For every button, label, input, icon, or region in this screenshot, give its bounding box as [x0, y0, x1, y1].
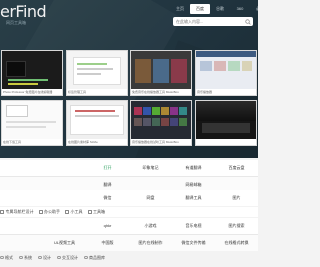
thumbnail-image: [67, 101, 127, 139]
link-item[interactable]: qhkr: [86, 218, 129, 234]
checkbox-icon[interactable]: [65, 210, 69, 214]
link-item[interactable]: [0, 160, 43, 176]
link-item[interactable]: [43, 218, 86, 234]
thumbnail-card[interactable]: 在线下载工具: [1, 100, 63, 146]
tag-item[interactable]: 商品图库: [84, 255, 105, 261]
tab-360[interactable]: 360: [230, 4, 250, 14]
thumbnail-card[interactable]: Photo Professor 免费图片在线编辑器: [1, 50, 63, 96]
thumbnail-card[interactable]: 音乐播放器在线试听工具 MusicBox: [130, 100, 192, 146]
link-item[interactable]: 百度云盘: [215, 160, 258, 176]
link-item[interactable]: UL视频工具: [43, 235, 86, 251]
link-item[interactable]: 微信: [86, 190, 129, 206]
tag-item[interactable]: 设计: [38, 255, 51, 261]
checkbox-item[interactable]: 小工具: [65, 209, 83, 215]
checkbox-label: 小工具: [70, 209, 83, 214]
thumbnail-card[interactable]: 免费音乐在线播放器工具 MusicBox: [130, 50, 192, 96]
checkbox-item[interactable]: 工具箱: [87, 209, 105, 215]
link-row: 打开 印象笔记 有道翻译 百度云盘: [0, 160, 258, 176]
checkbox-item[interactable]: 办公助手: [38, 209, 60, 215]
thumbnail-image: [131, 101, 191, 139]
thumbnail-caption: 标签管理工具: [68, 90, 87, 94]
link-row: qhkr 小游戏 音乐电视 图片搜索: [0, 218, 258, 234]
thumbnail-caption: 在线下载工具: [3, 140, 22, 144]
tag-label: 设计: [43, 254, 51, 260]
checkbox-item[interactable]: 专属导航栏设计: [0, 209, 34, 215]
thumbnail-card[interactable]: 音乐播放器: [195, 50, 257, 96]
tag-item[interactable]: 交互设计: [57, 255, 78, 261]
link-item[interactable]: 图片在线制作: [129, 235, 172, 251]
tag-item[interactable]: 格式: [0, 255, 13, 261]
link-item[interactable]: [0, 190, 43, 206]
thumbnail-card[interactable]: 标签管理工具: [66, 50, 128, 96]
tab-home[interactable]: 主页: [170, 4, 190, 14]
radio-icon[interactable]: [0, 255, 4, 260]
thumbnail-caption: 在线图片素材库 Sizzle: [68, 140, 98, 144]
tag-label: 交互设计: [62, 254, 78, 260]
bottom-tags: 格式 系统 设计 交互设计 商品图库: [0, 253, 258, 262]
tab-bing[interactable]: 必应: [250, 4, 258, 14]
checkbox-label: 工具箱: [93, 209, 105, 214]
link-item[interactable]: 小游戏: [129, 218, 172, 234]
checkbox-label: 专属导航栏设计: [5, 209, 34, 214]
tag-label: 格式: [5, 254, 13, 260]
thumbnail-caption: 音乐播放器: [197, 90, 213, 94]
link-item[interactable]: 图片搜索: [215, 218, 258, 234]
thumbnail-caption: Photo Professor 免费图片在线编辑器: [3, 90, 53, 94]
link-item[interactable]: 音乐电视: [172, 218, 215, 234]
site-logo[interactable]: erFind: [0, 2, 47, 21]
link-item[interactable]: 印象笔记: [129, 160, 172, 176]
link-row: UL视频工具 中国版 图片在线制作 微信文件传输 在线格式转换: [0, 235, 258, 251]
tag-label: 系统: [24, 254, 32, 260]
link-item[interactable]: 在线格式转换: [215, 235, 258, 251]
link-item[interactable]: [0, 235, 43, 251]
tag-item[interactable]: 系统: [19, 255, 32, 261]
link-item[interactable]: [43, 160, 86, 176]
thumbnail-image: [196, 101, 256, 139]
link-item[interactable]: 微信文件传输: [172, 235, 215, 251]
category-checkboxes: 专属导航栏设计 办公助手 小工具 工具箱: [0, 207, 258, 217]
thumbnail-image: [67, 51, 127, 89]
link-item[interactable]: 有道翻译: [172, 160, 215, 176]
checkbox-icon[interactable]: [87, 210, 92, 214]
radio-icon[interactable]: [38, 255, 42, 260]
search-engine-tabs: 主页 百度 谷歌 360 必应 搜狗: [170, 4, 258, 14]
radio-icon[interactable]: [19, 255, 23, 260]
link-item[interactable]: 图片: [215, 190, 258, 206]
link-row: 微信 网盘 翻译工具 图片: [0, 190, 258, 206]
radio-icon[interactable]: [84, 255, 88, 260]
link-item[interactable]: [43, 190, 86, 206]
thumbnail-card[interactable]: [195, 100, 257, 146]
thumbnail-image: [131, 51, 191, 89]
thumbnail-caption: [197, 140, 256, 145]
tag-label: 商品图库: [89, 254, 105, 260]
search-icon[interactable]: [245, 18, 251, 25]
tab-baidu[interactable]: 百度: [190, 4, 210, 14]
thumbnail-caption: 音乐播放器在线试听工具 MusicBox: [132, 140, 179, 144]
checkbox-icon[interactable]: [0, 210, 4, 214]
search-box: [173, 17, 253, 26]
radio-icon[interactable]: [57, 255, 61, 260]
link-item[interactable]: [0, 218, 43, 234]
thumbnail-image: [2, 51, 62, 89]
thumbnail-image: [2, 101, 62, 139]
search-input[interactable]: [176, 18, 244, 25]
thumbnail-image: [196, 51, 256, 89]
link-item[interactable]: 网盘: [129, 190, 172, 206]
link-item[interactable]: 中国版: [86, 235, 129, 251]
checkbox-icon[interactable]: [38, 210, 43, 214]
thumbnail-card[interactable]: 在线图片素材库 Sizzle: [66, 100, 128, 146]
thumbnail-caption: 免费音乐在线播放器工具 MusicBox: [132, 90, 179, 94]
tab-google[interactable]: 谷歌: [210, 4, 230, 14]
link-item[interactable]: 打开: [86, 160, 129, 176]
checkbox-label: 办公助手: [44, 209, 60, 214]
site-subtitle: 网页工具箱: [6, 20, 26, 25]
link-item[interactable]: 翻译工具: [172, 190, 215, 206]
